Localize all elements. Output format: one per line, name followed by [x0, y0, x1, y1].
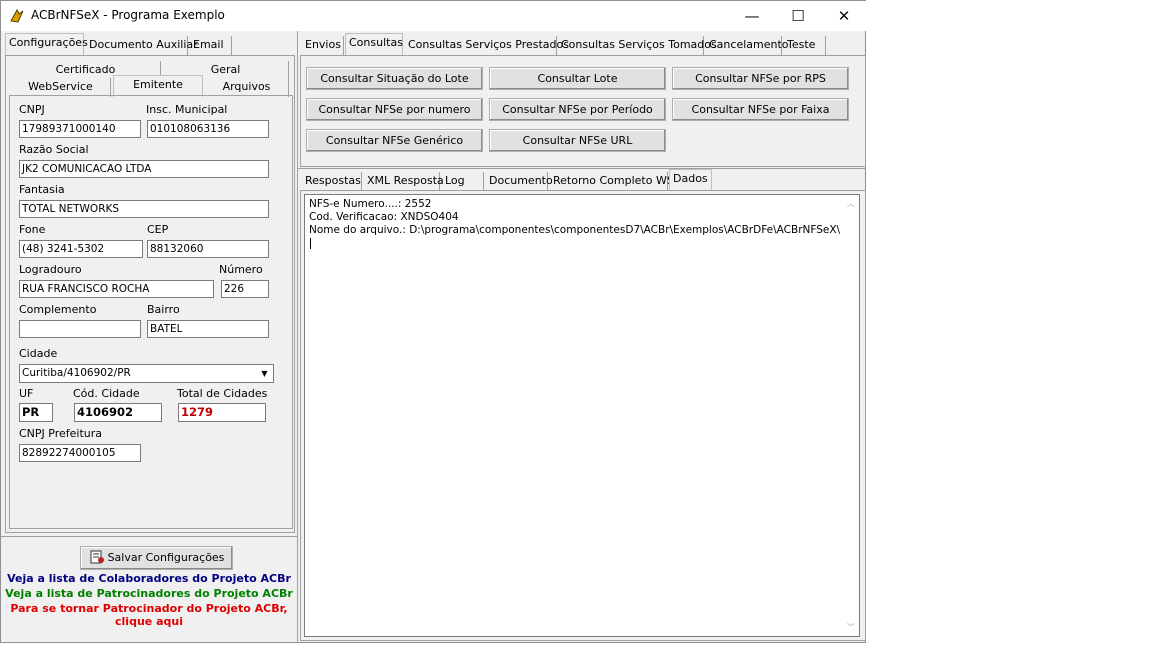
complemento-label: Complemento — [19, 303, 97, 316]
divider — [1, 536, 297, 537]
consultar-nfse-rps-button[interactable]: Consultar NFSe por RPS — [672, 67, 849, 90]
fantasia-field[interactable]: TOTAL NETWORKS — [19, 200, 269, 218]
razao-social-field[interactable]: JK2 COMUNICACAO LTDA — [19, 160, 269, 178]
complemento-field[interactable] — [19, 320, 141, 338]
consultar-nfse-generico-button[interactable]: Consultar NFSe Genérico — [306, 129, 483, 152]
bairro-field[interactable]: BATEL — [147, 320, 269, 338]
fone-field[interactable]: (48) 3241-5302 — [19, 240, 143, 258]
uf-label: UF — [19, 387, 34, 400]
memo-line: Nome do arquivo.: D:\programa\componente… — [309, 224, 841, 236]
razao-social-label: Razão Social — [19, 143, 89, 156]
divider — [298, 168, 866, 169]
link-patrocinadores[interactable]: Veja a lista de Patrocinadores do Projet… — [4, 587, 294, 600]
numero-field[interactable]: 226 — [221, 280, 269, 298]
chevron-down-icon[interactable]: ▼ — [257, 366, 272, 381]
uf-field[interactable]: PR — [19, 403, 53, 422]
tab-configuracoes[interactable]: Configurações — [5, 33, 88, 55]
consultar-situacao-lote-button[interactable]: Consultar Situação do Lote — [306, 67, 483, 90]
tab-envios[interactable]: Envios — [302, 36, 344, 55]
dados-memo[interactable]: NFS-e Numero....: 2552 Cod. Verificacao:… — [304, 194, 860, 637]
tab-retorno-completo-ws[interactable]: Retorno Completo WS — [550, 172, 674, 191]
cnpj-prefeitura-field[interactable]: 82892274000105 — [19, 444, 141, 462]
total-cidades-label: Total de Cidades — [177, 387, 268, 400]
tab-dados[interactable]: Dados — [669, 169, 712, 191]
tab-xml-resposta[interactable]: XML Resposta — [364, 172, 444, 191]
tab-documento-auxiliar[interactable]: Documento Auxiliar — [86, 36, 198, 55]
cnpj-label: CNPJ — [19, 103, 45, 116]
memo-line: Cod. Verificacao: XNDSO404 — [309, 211, 459, 223]
app-window: ACBrNFSeX - Programa Exemplo — ☐ ✕ Confi… — [0, 0, 867, 643]
tab-consultas-tomados[interactable]: Consultas Serviços Tomados — [558, 36, 717, 55]
save-settings-icon — [90, 550, 104, 564]
cep-field[interactable]: 88132060 — [147, 240, 269, 258]
left-panel: Configurações Documento Auxiliar Email C… — [1, 31, 298, 643]
consultar-nfse-faixa-button[interactable]: Consultar NFSe por Faixa — [672, 98, 849, 121]
link-patrocinar[interactable]: Para se tornar Patrocinador do Projeto A… — [4, 602, 294, 615]
logradouro-field[interactable]: RUA FRANCISCO ROCHA — [19, 280, 214, 298]
cidade-label: Cidade — [19, 347, 58, 360]
link-colaboradores[interactable]: Veja a lista de Colaboradores do Projeto… — [4, 572, 294, 585]
bairro-label: Bairro — [147, 303, 180, 316]
scroll-down-icon[interactable]: ﹀ — [847, 622, 855, 633]
consultar-nfse-numero-button[interactable]: Consultar NFSe por numero — [306, 98, 483, 121]
app-icon — [10, 8, 24, 23]
insc-municipal-label: Insc. Municipal — [146, 103, 228, 116]
text-cursor — [310, 238, 311, 249]
consultar-nfse-periodo-button[interactable]: Consultar NFSe por Período — [489, 98, 666, 121]
subtab-emitente[interactable]: Emitente — [113, 75, 203, 97]
memo-line: NFS-e Numero....: 2552 — [309, 198, 432, 210]
consultar-nfse-url-button[interactable]: Consultar NFSe URL — [489, 129, 666, 152]
total-cidades-field: 1279 — [178, 403, 266, 422]
numero-label: Número — [219, 263, 263, 276]
cnpj-field[interactable]: 17989371000140 — [19, 120, 141, 138]
tab-consultas[interactable]: Consultas — [345, 33, 403, 55]
cod-cidade-field[interactable]: 4106902 — [74, 403, 162, 422]
tab-teste[interactable]: Teste — [784, 36, 826, 55]
vertical-scrollbar[interactable]: ︿ ﹀ — [844, 195, 859, 636]
tab-email[interactable]: Email — [190, 36, 232, 55]
scroll-up-icon[interactable]: ︿ — [847, 198, 855, 209]
cep-label: CEP — [147, 223, 169, 236]
minimize-button[interactable]: — — [729, 1, 775, 31]
maximize-button[interactable]: ☐ — [775, 1, 821, 31]
tab-respostas[interactable]: Respostas — [302, 172, 362, 191]
cod-cidade-label: Cód. Cidade — [73, 387, 140, 400]
tab-consultas-prestados[interactable]: Consultas Serviços Prestados — [405, 36, 569, 55]
close-button[interactable]: ✕ — [821, 1, 867, 31]
cidade-value: Curitiba/4106902/PR — [22, 367, 131, 379]
consultar-lote-button[interactable]: Consultar Lote — [489, 67, 666, 90]
cidade-select[interactable]: Curitiba/4106902/PR ▼ — [19, 364, 274, 383]
save-config-button[interactable]: Salvar Configurações — [80, 546, 233, 570]
tab-cancelamento[interactable]: Cancelamento — [706, 36, 789, 55]
save-config-label: Salvar Configurações — [107, 551, 225, 564]
window-title: ACBrNFSeX - Programa Exemplo — [31, 8, 225, 22]
tab-documento[interactable]: Documento — [486, 172, 553, 191]
link-clique-aqui[interactable]: clique aqui — [4, 615, 294, 628]
cnpj-prefeitura-label: CNPJ Prefeitura — [19, 427, 103, 440]
title-bar: ACBrNFSeX - Programa Exemplo — ☐ ✕ — [1, 1, 867, 31]
logradouro-label: Logradouro — [19, 263, 82, 276]
fantasia-label: Fantasia — [19, 183, 65, 196]
insc-municipal-field[interactable]: 010108063136 — [147, 120, 269, 138]
tab-log[interactable]: Log — [442, 172, 484, 191]
fone-label: Fone — [19, 223, 46, 236]
